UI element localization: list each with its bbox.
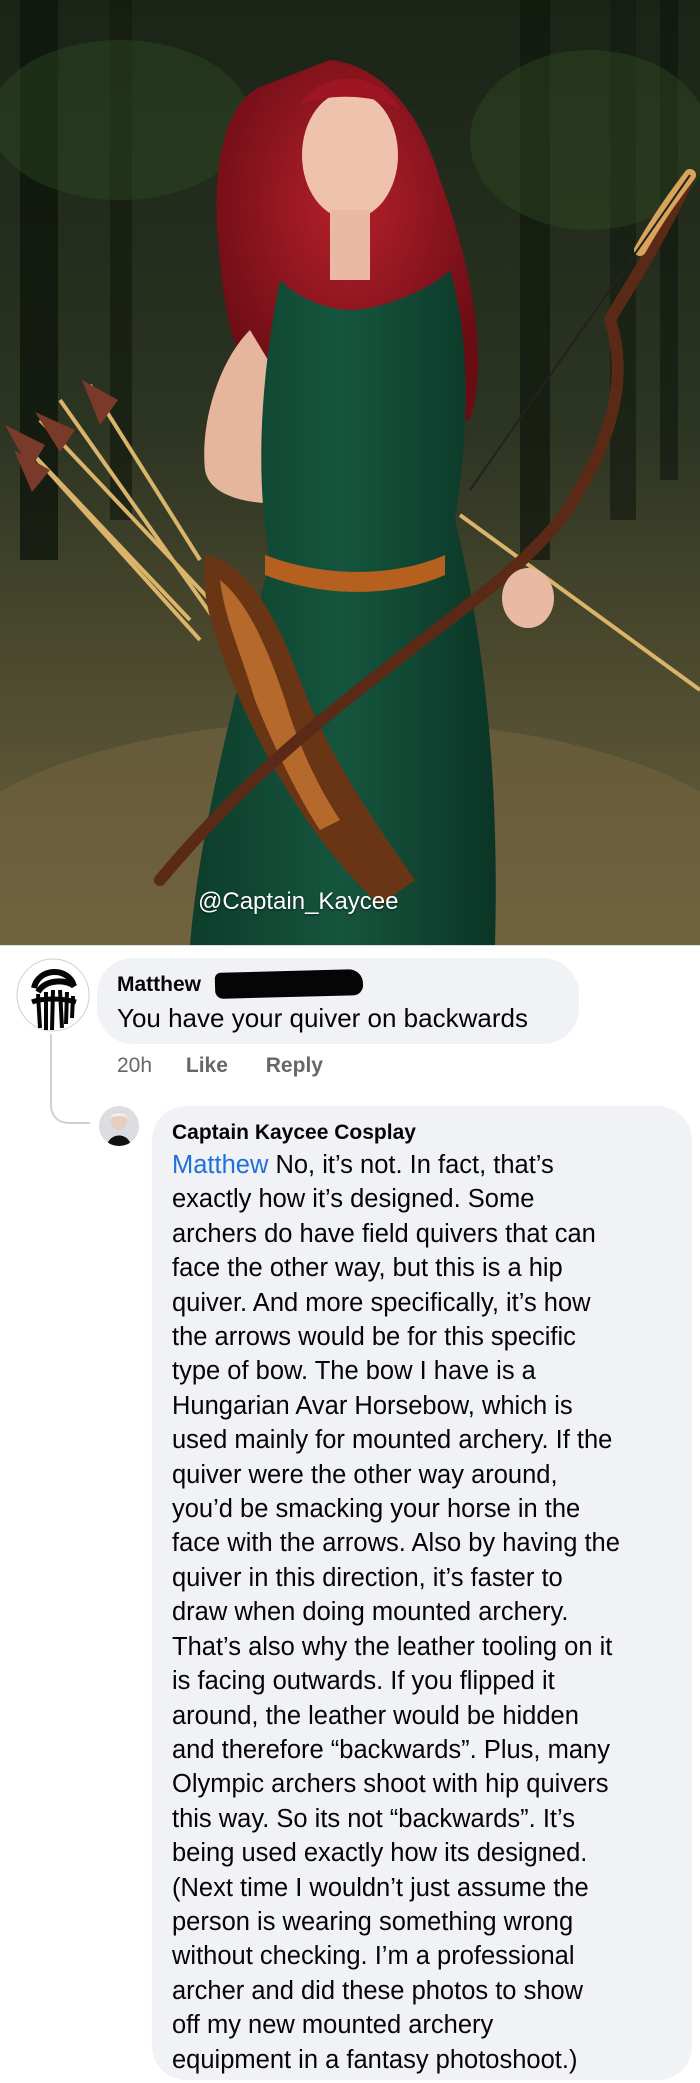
reply-thread-line (50, 1034, 90, 1124)
like-button[interactable]: Like (186, 1054, 228, 1078)
reply-author[interactable]: Captain Kaycee Cosplay (172, 1121, 416, 1145)
replier-avatar[interactable] (99, 1106, 139, 1146)
photo-divider (0, 945, 700, 951)
comment-text: You have your quiver on backwards (117, 1003, 528, 1033)
scribble-icon (16, 958, 90, 1032)
reply-body: No, it’s not. In fact, that’s exactly ho… (172, 1151, 620, 2074)
comment-actions: 20h Like Reply (117, 1054, 323, 1078)
comment-timestamp[interactable]: 20h (117, 1054, 152, 1078)
post-photo[interactable]: @Captain_Kaycee (0, 0, 700, 945)
photo-watermark: @Captain_Kaycee (198, 888, 399, 915)
redaction-bar (214, 969, 364, 999)
comment-author[interactable]: Matthew (117, 973, 201, 997)
profile-photo-icon (99, 1106, 139, 1146)
reply-button[interactable]: Reply (266, 1054, 323, 1078)
mention-link[interactable]: Matthew (172, 1151, 268, 1179)
photo-illustration (0, 0, 700, 945)
reply-text: Matthew No, it’s not. In fact, that’s ex… (172, 1148, 677, 2077)
commenter-avatar[interactable] (16, 958, 90, 1032)
